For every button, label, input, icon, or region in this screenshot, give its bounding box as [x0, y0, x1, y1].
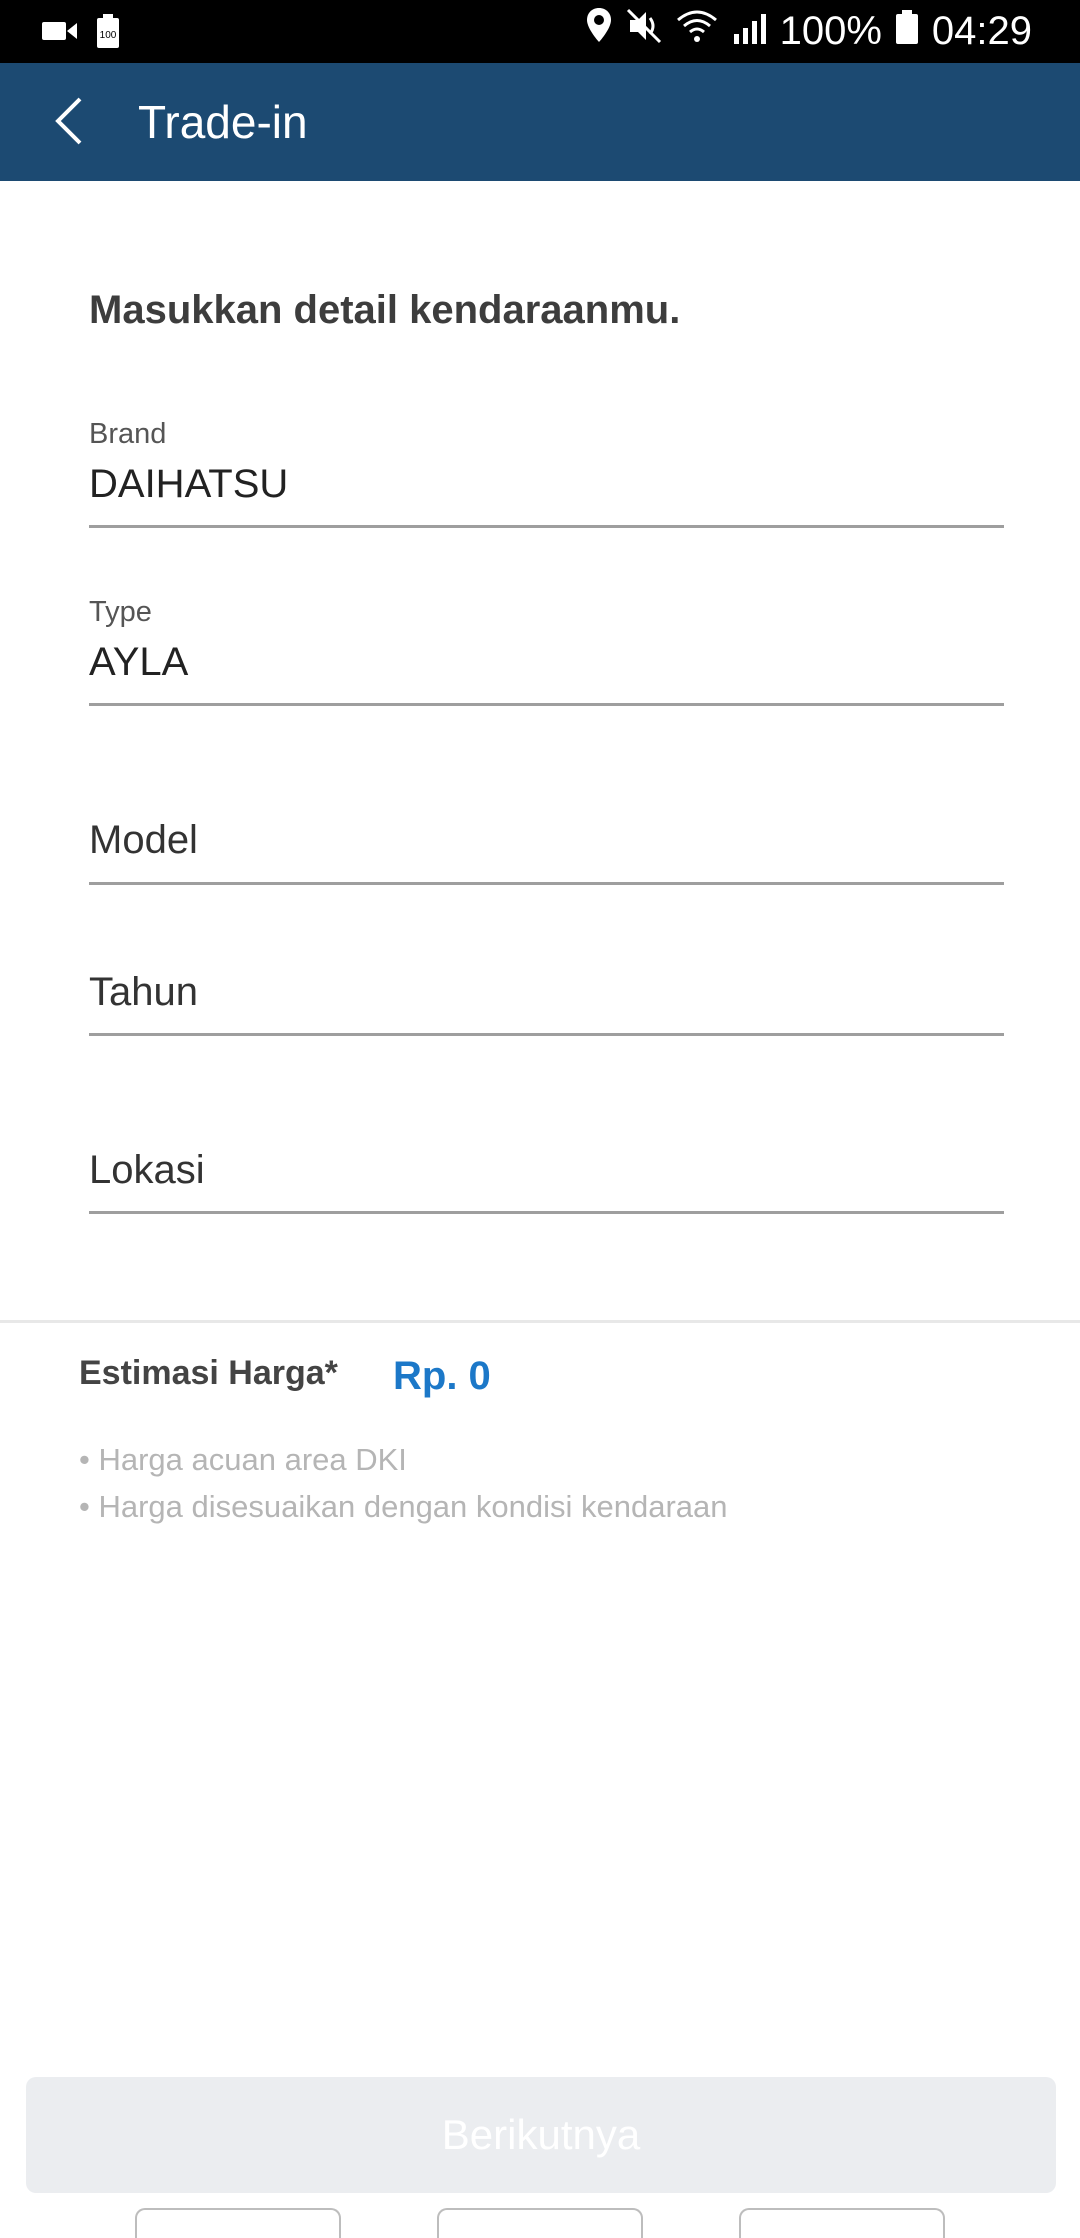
battery-icon: [895, 9, 918, 54]
clock: 04:29: [931, 8, 1032, 53]
battery-percent: 100%: [779, 8, 882, 53]
brand-value: DAIHATSU: [89, 462, 289, 506]
model-placeholder: Model: [89, 818, 198, 862]
bottom-tab-2[interactable]: [437, 2208, 643, 2238]
model-field[interactable]: Model: [89, 800, 1004, 885]
brand-field[interactable]: Brand DAIHATSU: [89, 410, 1004, 528]
bottom-tab-1[interactable]: [135, 2208, 341, 2238]
tahun-field[interactable]: Tahun: [89, 950, 1004, 1036]
estimate-note-condition: • Harga disesuaikan dengan kondisi kenda…: [79, 1489, 728, 1524]
app-bar: Trade-in: [0, 63, 1080, 181]
lokasi-field[interactable]: Lokasi: [89, 1128, 1004, 1214]
status-bar: 100 100% 04:29: [0, 0, 1080, 63]
back-button[interactable]: [44, 93, 100, 149]
back-arrow-icon: [55, 97, 82, 145]
bottom-tab-3[interactable]: [739, 2208, 945, 2238]
page-title: Trade-in: [138, 96, 308, 148]
estimate-value: Rp. 0: [393, 1354, 491, 1398]
mute-icon: [626, 8, 662, 54]
svg-text:100: 100: [100, 30, 117, 41]
video-camera-icon: [42, 19, 78, 48]
wifi-icon: [676, 9, 718, 54]
next-button[interactable]: Berikutnya: [26, 2077, 1056, 2193]
type-value: AYLA: [89, 640, 189, 684]
section-divider: [0, 1320, 1080, 1323]
estimate-label: Estimasi Harga*: [79, 1354, 338, 1392]
signal-icon: [732, 9, 766, 54]
form-heading: Masukkan detail kendaraanmu.: [89, 288, 681, 332]
brand-label: Brand: [89, 418, 167, 450]
type-field[interactable]: Type AYLA: [89, 588, 1004, 706]
location-icon: [586, 8, 612, 54]
battery-100-icon: 100: [96, 14, 120, 53]
type-label: Type: [89, 596, 152, 628]
tahun-placeholder: Tahun: [89, 970, 198, 1014]
lokasi-placeholder: Lokasi: [89, 1148, 205, 1192]
estimate-note-dki: • Harga acuan area DKI: [79, 1442, 407, 1477]
